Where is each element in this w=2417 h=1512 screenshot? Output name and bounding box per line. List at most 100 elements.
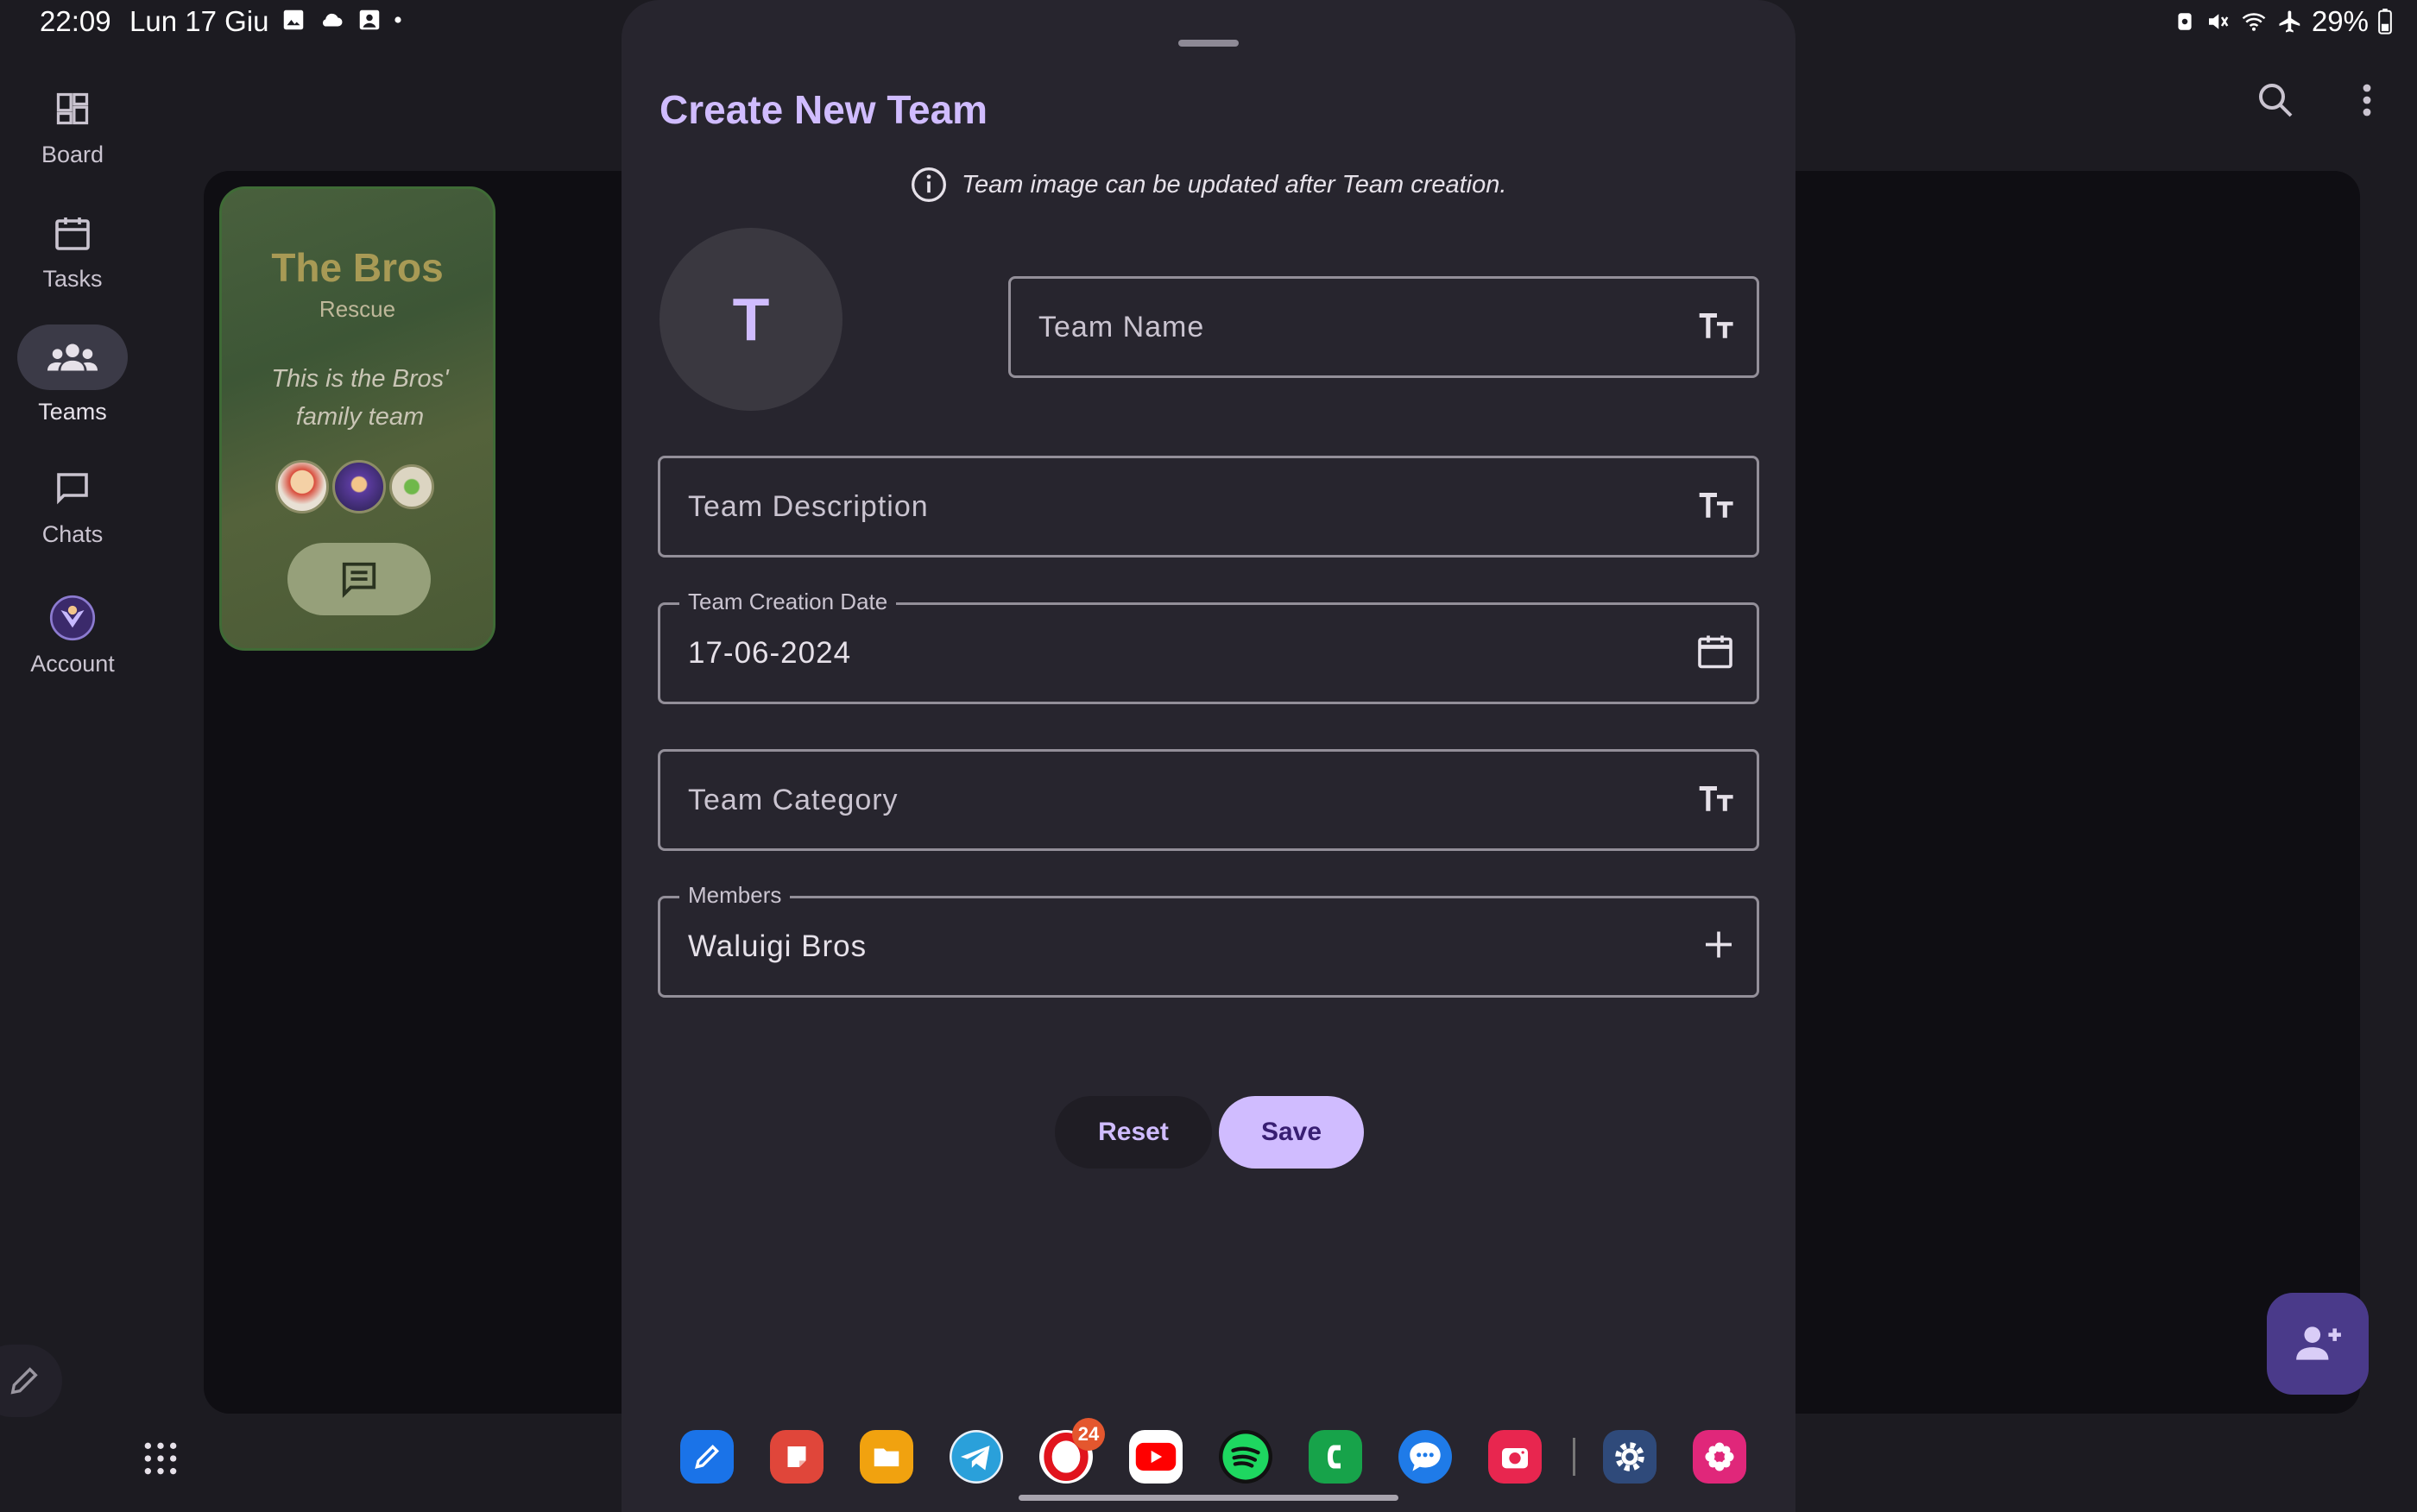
apps-grid-icon: [144, 1442, 177, 1475]
youtube-icon: [1135, 1442, 1177, 1471]
team-card-members: [275, 460, 434, 513]
cloud-icon: [323, 13, 343, 27]
nav-item-account[interactable]: Account: [0, 585, 145, 677]
text-fields-icon: [1698, 489, 1736, 525]
team-avatar-placeholder: T: [659, 228, 842, 411]
team-card-category: Rescue: [319, 296, 396, 322]
team-name-field[interactable]: Team Name: [1008, 276, 1759, 378]
docs-icon: [787, 1446, 806, 1467]
team-creation-date-field[interactable]: Team Creation Date 17-06-2024: [658, 589, 1759, 704]
telegram-app[interactable]: [950, 1430, 1003, 1484]
create-team-sheet: Create New Team Team image can be update…: [622, 0, 1795, 1512]
member-avatar: [332, 460, 386, 513]
add-member-icon[interactable]: [1701, 928, 1736, 967]
nav-label-account: Account: [30, 651, 115, 677]
dashboard-icon: [56, 92, 89, 125]
camera-app[interactable]: [1488, 1430, 1542, 1484]
team-card-title: The Bros: [271, 245, 444, 290]
image-icon: [283, 9, 304, 30]
member-avatar: [389, 464, 434, 509]
info-text: Team image can be updated after Team cre…: [962, 170, 1507, 198]
sheet-title: Create New Team: [659, 87, 988, 132]
pencil-icon: [10, 1367, 38, 1395]
settings-app[interactable]: [1603, 1430, 1657, 1484]
battery-percent: 29%: [2311, 5, 2369, 37]
messages-app[interactable]: [1398, 1430, 1452, 1484]
sheet-drag-handle[interactable]: [1178, 40, 1239, 47]
groups-icon: [47, 343, 98, 371]
team-category-field[interactable]: Team Category: [658, 749, 1759, 851]
files-app[interactable]: [860, 1430, 913, 1484]
members-value: Waluigi Bros: [688, 929, 868, 963]
battery-icon: [2378, 9, 2392, 35]
team-card-description: This is the Bros' family team: [271, 365, 449, 431]
gallery-icon: [359, 9, 380, 30]
dot-icon: [394, 16, 401, 23]
status-system-icons: 29%: [2174, 5, 2393, 38]
youtube-app[interactable]: [1129, 1430, 1183, 1484]
info-message: Team image can be updated after Team cre…: [910, 166, 1506, 204]
nav-label-teams: Teams: [38, 399, 107, 425]
edit-floating-button[interactable]: [0, 1345, 62, 1417]
team-category-placeholder: Team Category: [688, 783, 899, 816]
app-dock: 24: [680, 1418, 1783, 1486]
docs-app[interactable]: [770, 1430, 824, 1484]
notes-icon: [695, 1444, 720, 1469]
nav-label-tasks: Tasks: [42, 266, 103, 292]
spotify-icon: [1222, 1433, 1269, 1480]
save-button[interactable]: Save: [1219, 1096, 1364, 1169]
more-options-button[interactable]: [2351, 79, 2382, 125]
team-card[interactable]: The Bros Rescue This is the Bros' family…: [219, 186, 495, 651]
phone-icon: [1328, 1445, 1341, 1469]
notes-app[interactable]: [680, 1430, 734, 1484]
search-icon: [2259, 84, 2293, 117]
calendar-icon: [55, 217, 90, 250]
mute-icon: [2208, 14, 2229, 29]
nav-item-teams[interactable]: Teams: [0, 324, 145, 425]
app-drawer-button[interactable]: [142, 1440, 180, 1482]
airplane-icon: [2279, 10, 2300, 33]
status-time: 22:09: [40, 5, 111, 37]
chat-icon: [57, 473, 88, 505]
team-chat-button[interactable]: [287, 543, 431, 615]
blossom-app[interactable]: [1693, 1430, 1746, 1484]
member-avatar: [275, 460, 329, 513]
text-fields-icon: [1698, 310, 1736, 345]
settings-icon: [1615, 1442, 1644, 1471]
team-creation-date-value: 17-06-2024: [688, 636, 852, 670]
files-icon: [874, 1448, 899, 1467]
team-description-field[interactable]: Team Description: [658, 456, 1759, 558]
status-notification-icons: [281, 7, 403, 33]
status-date: Lun 17 Giu: [129, 5, 269, 37]
search-button[interactable]: [2255, 79, 2296, 125]
phone-app[interactable]: [1309, 1430, 1362, 1484]
alarm-icon: [2178, 13, 2192, 30]
person-add-icon: [2296, 1326, 2341, 1360]
info-icon: [912, 167, 946, 202]
more-vert-icon: [2363, 84, 2371, 117]
nav-label-chats: Chats: [41, 521, 104, 547]
messages-icon: [1410, 1442, 1441, 1471]
nav-item-tasks[interactable]: Tasks: [0, 200, 145, 293]
nav-label-board: Board: [41, 142, 104, 167]
calendar-icon[interactable]: [1694, 631, 1736, 677]
avatar: [49, 595, 96, 641]
opera-notification-badge: 24: [1072, 1418, 1105, 1451]
telegram-icon: [951, 1432, 1001, 1482]
members-field[interactable]: Members Waluigi Bros: [658, 882, 1759, 998]
camera-icon: [1502, 1448, 1528, 1469]
flower-icon: [1705, 1442, 1734, 1471]
nav-item-chats[interactable]: Chats: [0, 456, 145, 548]
wifi-icon: [2242, 13, 2266, 31]
text-fields-icon: [1698, 783, 1736, 818]
gesture-navigation-bar[interactable]: [1019, 1495, 1398, 1501]
team-name-placeholder: Team Name: [1038, 310, 1205, 343]
message-icon: [342, 562, 376, 598]
team-description-placeholder: Team Description: [688, 489, 929, 523]
dock-separator: [1573, 1438, 1575, 1476]
reset-button[interactable]: Reset: [1055, 1096, 1212, 1169]
nav-item-board[interactable]: Board: [0, 76, 145, 168]
spotify-app[interactable]: [1219, 1430, 1272, 1484]
add-team-member-fab[interactable]: [2267, 1293, 2369, 1395]
opera-app[interactable]: 24: [1039, 1418, 1105, 1484]
